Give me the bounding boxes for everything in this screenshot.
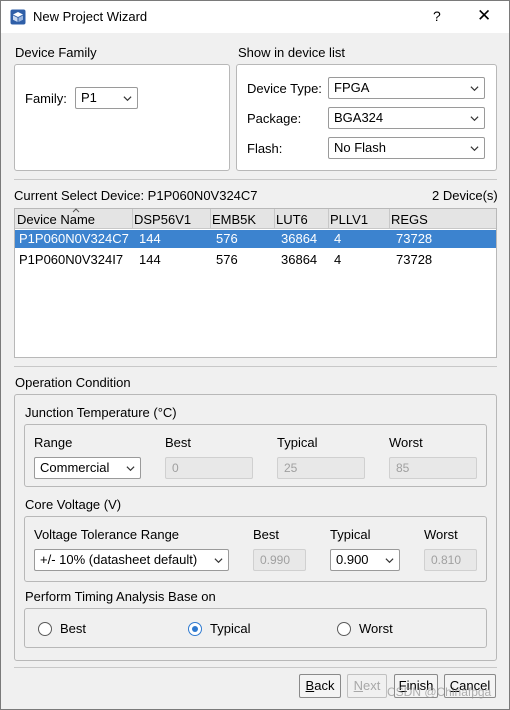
radio-best[interactable] [38,622,52,636]
back-button[interactable]: Back [299,674,341,698]
operation-condition-label: Operation Condition [15,375,131,390]
family-value: P1 [81,90,97,105]
cell-dsp56v1: 144 [139,252,161,267]
divider [14,667,497,668]
sort-ascending-icon [72,208,80,213]
range-select[interactable]: Commercial [34,457,141,479]
typical-voltage-value: 0.900 [336,552,369,567]
cell-lut6: 36864 [281,231,318,246]
radio-worst-label[interactable]: Worst [359,621,393,636]
device-type-select[interactable]: FPGA [328,77,485,99]
table-header: Device Name DSP56V1 EMB5K LUT6 PLLV1 REG… [15,208,496,229]
new-project-wizard-window: New Project Wizard ? ✕ Device Family Fam… [0,0,510,710]
table-row[interactable]: P1P060N0V324C7 144 576 36864 4 73728 [15,230,496,248]
column-header-device-name[interactable]: Device Name [17,212,95,227]
voltage-tolerance-value: +/- 10% (datasheet default) [40,552,198,567]
column-header-lut6[interactable]: LUT6 [276,212,308,227]
chevron-down-icon [470,116,479,122]
cell-device-name: P1P060N0V324I7 [19,252,124,267]
flash-label: Flash: [247,141,283,156]
best-voltage-field: 0.990 [253,549,306,571]
package-label: Package: [247,111,302,126]
typical-temp-label: Typical [277,435,318,450]
close-button[interactable]: ✕ [477,6,491,26]
worst-voltage-label: Worst [424,527,458,542]
voltage-tolerance-label: Voltage Tolerance Range [34,527,180,542]
device-family-label: Device Family [15,45,97,60]
chevron-down-icon [126,466,135,472]
package-select[interactable]: BGA324 [328,107,485,129]
family-label: Family: [25,91,67,106]
radio-best-label[interactable]: Best [60,621,86,636]
cell-regs: 73728 [396,252,433,267]
flash-value: No Flash [334,140,387,155]
chevron-down-icon [470,86,479,92]
cell-pllv1: 4 [334,252,342,267]
cell-regs: 73728 [396,231,433,246]
device-count: 2 Device(s) [432,188,498,203]
family-select[interactable]: P1 [75,87,138,109]
worst-temp-label: Worst [389,435,423,450]
typical-voltage-label: Typical [330,527,371,542]
worst-temp-field: 85 [389,457,477,479]
worst-voltage-field: 0.810 [424,549,477,571]
package-value: BGA324 [334,110,384,125]
cell-lut6: 36864 [281,252,318,267]
column-header-emb5k[interactable]: EMB5K [212,212,256,227]
next-button[interactable]: Next [347,674,387,698]
voltage-tolerance-select[interactable]: +/- 10% (datasheet default) [34,549,229,571]
device-table: Device Name DSP56V1 EMB5K LUT6 PLLV1 REG… [14,208,497,358]
divider [14,179,497,180]
watermark: CSDN @Chinafpga [387,685,492,699]
range-value: Commercial [40,460,110,475]
flash-select[interactable]: No Flash [328,137,485,159]
radio-worst[interactable] [337,622,351,636]
cell-dsp56v1: 144 [139,231,161,246]
divider [14,366,497,367]
core-voltage-label: Core Voltage (V) [25,497,122,512]
timing-analysis-label: Perform Timing Analysis Base on [25,589,216,604]
radio-typical[interactable] [188,622,202,636]
typical-temp-field: 25 [277,457,365,479]
column-header-dsp56v1[interactable]: DSP56V1 [134,212,191,227]
best-temp-label: Best [165,435,192,450]
typical-voltage-select[interactable]: 0.900 [330,549,400,571]
chevron-down-icon [123,96,132,102]
column-header-regs[interactable]: REGS [391,212,428,227]
device-family-group [14,64,230,171]
best-voltage-label: Best [253,527,280,542]
radio-typical-label[interactable]: Typical [210,621,250,636]
cell-emb5k: 576 [216,252,238,267]
title-bar: New Project Wizard ? ✕ [1,1,509,33]
device-type-label: Device Type: [247,81,322,96]
cell-pllv1: 4 [334,231,342,246]
timing-analysis-group [24,608,487,648]
chevron-down-icon [470,146,479,152]
cell-emb5k: 576 [216,231,238,246]
window-title: New Project Wizard [33,9,148,24]
range-label: Range [34,435,73,450]
app-cube-icon [10,9,26,25]
current-device-label: Current Select Device: P1P060N0V324C7 [14,188,258,203]
cell-device-name: P1P060N0V324C7 [19,231,129,246]
chevron-down-icon [214,558,223,564]
junction-temperature-label: Junction Temperature (°C) [25,405,177,420]
column-header-pllv1[interactable]: PLLV1 [330,212,368,227]
help-button[interactable]: ? [433,8,441,24]
device-type-value: FPGA [334,80,370,95]
table-row[interactable]: P1P060N0V324I7 144 576 36864 4 73728 [15,251,496,269]
chevron-down-icon [385,558,394,564]
best-temp-field: 0 [165,457,253,479]
show-in-device-list-label: Show in device list [238,45,345,60]
